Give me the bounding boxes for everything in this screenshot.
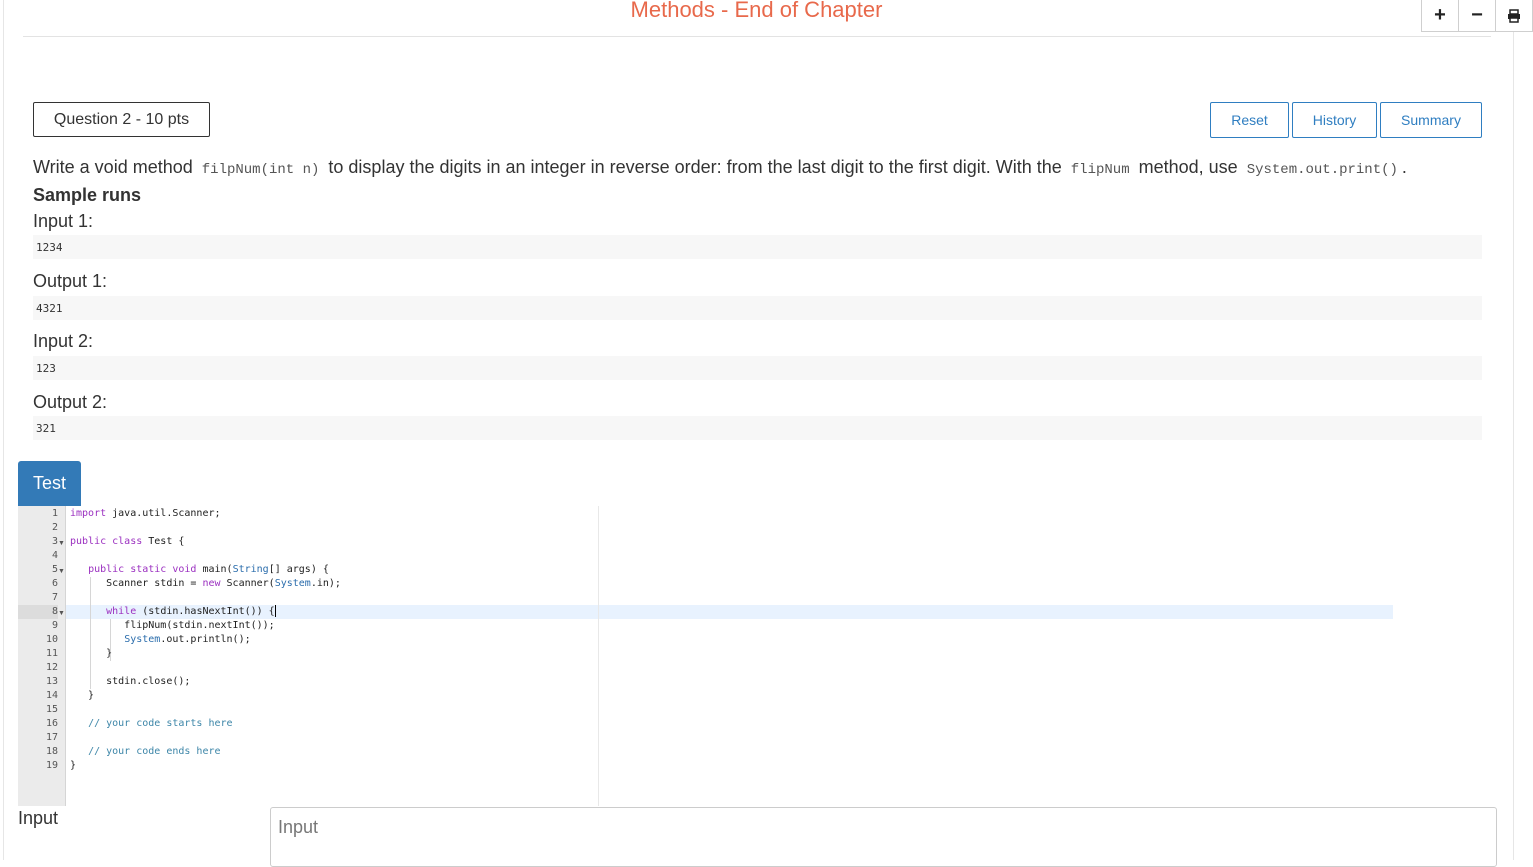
sample-label: Output 2: bbox=[33, 392, 108, 412]
line-number: 2 bbox=[51, 522, 58, 533]
code-line: public class Test { bbox=[70, 536, 185, 547]
sample-value: 123 bbox=[33, 356, 1482, 380]
description-text: Write a void method bbox=[33, 157, 193, 177]
code-line: stdin.close(); bbox=[70, 676, 191, 687]
question-description: Write a void method filpNum(int n) to di… bbox=[33, 157, 1407, 178]
fold-arrow-icon[interactable]: ▼ bbox=[58, 568, 65, 575]
description-code: System.out.print() bbox=[1246, 162, 1398, 178]
history-button[interactable]: History bbox=[1292, 102, 1377, 138]
fold-arrow-icon[interactable]: ▼ bbox=[58, 610, 65, 617]
code-editor[interactable]: 1 2 3 4 5 6 7 8 9 10 11 12 13 14 15 16 1… bbox=[18, 506, 1398, 806]
sample-label: Input 1: bbox=[33, 211, 94, 231]
input-label: Input bbox=[18, 808, 59, 828]
description-text: to display the digits in an integer in r… bbox=[328, 157, 1062, 177]
code-line: Scanner stdin = new Scanner(System.in); bbox=[70, 578, 341, 589]
description-code: flipNum bbox=[1070, 162, 1130, 178]
sample-value: 321 bbox=[33, 416, 1482, 440]
code-line: // your code ends here bbox=[88, 746, 221, 757]
print-margin bbox=[598, 506, 599, 806]
minus-icon: − bbox=[1471, 4, 1483, 26]
zoom-toolbar: + − bbox=[1421, 0, 1533, 33]
code-line: public static void main(String[] args) { bbox=[88, 564, 329, 575]
sample-label: Output 1: bbox=[33, 271, 108, 291]
line-number: 1 bbox=[51, 508, 58, 519]
test-tab-button[interactable]: Test bbox=[18, 461, 81, 506]
line-number: 3 bbox=[51, 536, 58, 547]
code-line: while (stdin.hasNextInt()) { bbox=[106, 605, 276, 617]
line-number: 13 bbox=[45, 676, 58, 687]
title-divider bbox=[23, 36, 1491, 37]
print-icon bbox=[1508, 8, 1520, 23]
sample-value: 4321 bbox=[33, 296, 1482, 320]
input-textarea[interactable]: Input bbox=[270, 807, 1497, 867]
line-number: 7 bbox=[51, 592, 58, 603]
code-line: } bbox=[70, 648, 113, 659]
fold-arrow-icon[interactable]: ▼ bbox=[58, 540, 65, 547]
line-number: 10 bbox=[45, 634, 58, 645]
code-line: flipNum(stdin.nextInt()); bbox=[70, 620, 275, 631]
line-number: 12 bbox=[45, 662, 58, 673]
sample-value: 1234 bbox=[33, 235, 1482, 259]
line-number: 9 bbox=[51, 620, 58, 631]
sample-runs-heading: Sample runs bbox=[33, 185, 142, 205]
line-number: 18 bbox=[45, 746, 58, 757]
description-text: method, use bbox=[1138, 157, 1238, 177]
print-button[interactable] bbox=[1495, 0, 1533, 32]
line-number: 14 bbox=[45, 690, 58, 701]
code-line: // your code starts here bbox=[88, 718, 233, 729]
description-text: . bbox=[1401, 157, 1407, 177]
line-number: 16 bbox=[45, 718, 58, 729]
code-line: } bbox=[70, 690, 95, 701]
zoom-in-button[interactable]: + bbox=[1421, 0, 1459, 32]
code-line: } bbox=[70, 760, 77, 771]
line-number: 5 bbox=[51, 564, 58, 575]
code-line: System.out.println(); bbox=[124, 634, 251, 645]
plus-icon: + bbox=[1434, 4, 1446, 26]
zoom-out-button[interactable]: − bbox=[1458, 0, 1496, 32]
line-number: 6 bbox=[51, 578, 58, 589]
line-number: 8 bbox=[18, 605, 58, 619]
question-actions: Reset History Summary bbox=[1210, 102, 1482, 138]
line-number: 19 bbox=[45, 760, 58, 771]
question-tag: Question 2 - 10 pts bbox=[33, 102, 210, 137]
description-code: filpNum(int n) bbox=[201, 162, 320, 178]
summary-button[interactable]: Summary bbox=[1380, 102, 1482, 138]
text-cursor bbox=[274, 605, 276, 617]
reset-button[interactable]: Reset bbox=[1210, 102, 1289, 138]
line-number: 4 bbox=[51, 550, 58, 561]
line-number: 11 bbox=[45, 648, 58, 659]
page-title: Methods - End of Chapter bbox=[630, 0, 883, 22]
line-number: 15 bbox=[45, 704, 58, 715]
sample-label: Input 2: bbox=[33, 331, 94, 351]
code-line: import java.util.Scanner; bbox=[70, 508, 221, 519]
line-number: 17 bbox=[45, 732, 58, 743]
